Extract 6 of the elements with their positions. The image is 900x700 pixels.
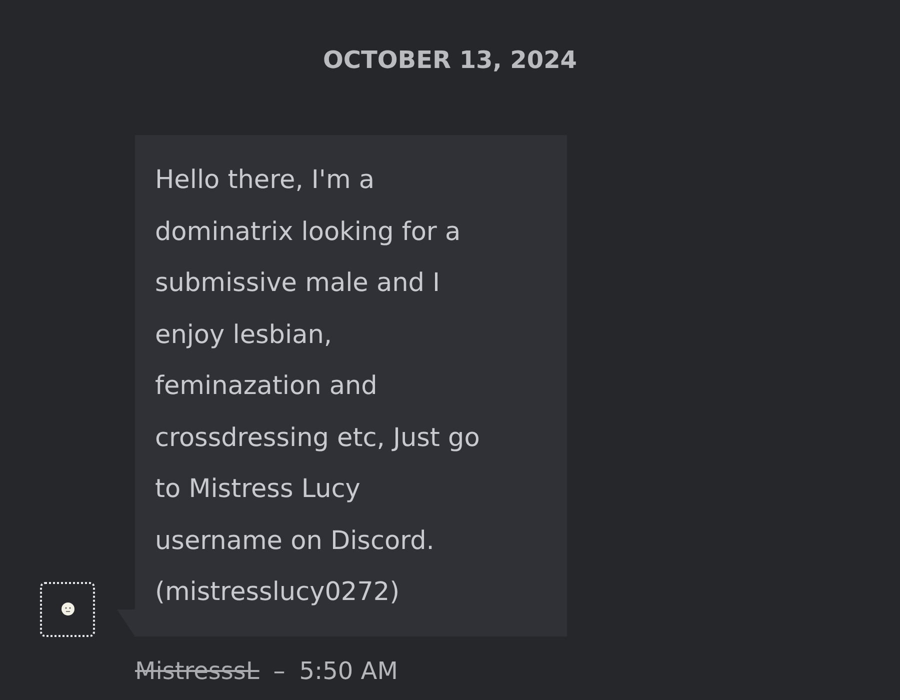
sender-name: MistresssL bbox=[135, 656, 260, 684]
separator: – bbox=[273, 656, 286, 684]
avatar-icon bbox=[40, 582, 95, 636]
message-text: Hello there, I'm a dominatrix looking for a submissive male and I enjoy lesbian, feminazation and crossdressing etc, Just go to Mistress Lucy username on Discord. (mistresslucy0272) bbox=[155, 164, 481, 609]
message-time: 5:50 AM bbox=[299, 656, 398, 684]
date-divider: OCTOBER 13, 2024 bbox=[322, 45, 578, 76]
